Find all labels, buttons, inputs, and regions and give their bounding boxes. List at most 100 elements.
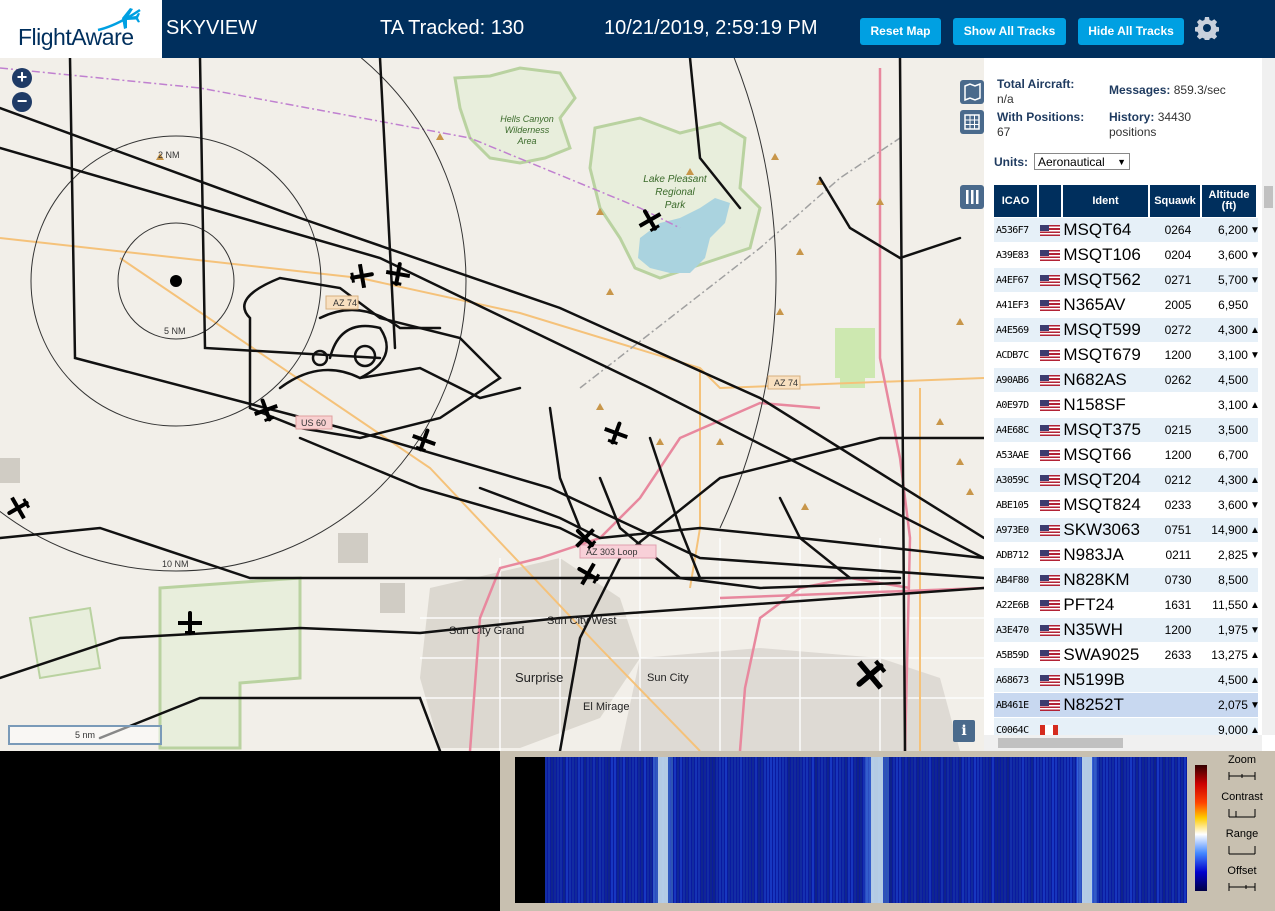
table-row[interactable]: AB4F80 N828KM 0730 8,500: [994, 568, 1258, 593]
flightaware-logo[interactable]: FlightAware: [0, 0, 162, 58]
contrast-slider[interactable]: [1228, 808, 1256, 818]
zoom-in-icon[interactable]: +: [12, 68, 32, 88]
flag-cell: [1039, 499, 1063, 511]
table-row[interactable]: A41EF3 N365AV 2005 6,950: [994, 293, 1258, 318]
column-header-ident[interactable]: Ident: [1063, 185, 1150, 217]
place-label-el-mirage: El Mirage: [583, 701, 629, 713]
gear-icon[interactable]: [1195, 16, 1219, 40]
flag-cell: [1039, 449, 1063, 461]
squawk-cell: 1631: [1164, 598, 1192, 612]
columns-icon[interactable]: [960, 185, 984, 209]
us-flag-icon: [1039, 649, 1060, 661]
flag-cell: [1039, 624, 1063, 636]
altitude-cell: 3,500: [1218, 423, 1249, 437]
table-row[interactable]: A973E0 SKW3063 0751 14,900 ▲: [994, 518, 1260, 543]
grid-icon[interactable]: [960, 110, 984, 134]
altitude-trend-icon: ▲: [1249, 599, 1260, 611]
us-flag-icon: [1039, 599, 1060, 611]
squawk-cell: 0730: [1164, 573, 1192, 587]
canada-flag-icon: [1039, 724, 1058, 736]
ident-cell: N983JA: [1063, 545, 1124, 564]
altitude-trend-icon: ▲: [1249, 649, 1260, 661]
units-select[interactable]: Aeronautical ▼: [1034, 153, 1130, 170]
table-row[interactable]: A68673 N5199B 4,500 ▲: [994, 668, 1260, 693]
reset-map-button[interactable]: Reset Map: [860, 18, 941, 45]
icao-cell: A4E68C: [996, 424, 1029, 436]
icao-cell: A536F7: [996, 224, 1029, 236]
range-slider[interactable]: [1228, 845, 1256, 855]
altitude-trend-icon: ▼: [1249, 624, 1260, 636]
ident-cell: MSQT679: [1063, 345, 1141, 364]
map-view[interactable]: 2 NM 5 NM 10 NM Hells Canyon Wilderness …: [0, 58, 984, 751]
flag-cell: [1039, 549, 1063, 561]
ident-cell: N682AS: [1063, 370, 1127, 389]
ident-cell: N365AV: [1063, 295, 1126, 314]
ident-cell: PFT24: [1063, 595, 1115, 614]
sidebar-horizontal-scrollbar[interactable]: [984, 735, 1262, 751]
table-row[interactable]: A4EF67 MSQT562 0271 5,700 ▼: [994, 268, 1260, 293]
table-row[interactable]: A3059C MSQT204 0212 4,300 ▲: [994, 468, 1260, 493]
info-icon[interactable]: i: [953, 720, 975, 742]
column-header-squawk[interactable]: Squawk: [1150, 185, 1202, 217]
zoom-out-icon[interactable]: −: [12, 92, 32, 112]
icao-cell: AB4F80: [996, 574, 1029, 586]
table-row[interactable]: A90AB6 N682AS 0262 4,500: [994, 368, 1258, 393]
aircraft-table-header: ICAO Ident Squawk Altitude (ft): [994, 185, 1258, 217]
flag-cell: [1039, 674, 1063, 686]
altitude-trend-icon: ▼: [1249, 224, 1260, 236]
us-flag-icon: [1039, 699, 1060, 711]
flag-cell: [1039, 424, 1063, 436]
ident-cell: MSQT204: [1063, 470, 1141, 489]
us-flag-icon: [1039, 274, 1060, 286]
table-row[interactable]: A0E97D N158SF 3,100 ▲: [994, 393, 1260, 418]
table-row[interactable]: A22E6B PFT24 1631 11,550 ▲: [994, 593, 1260, 618]
altitude-trend-icon: ▲: [1249, 474, 1260, 486]
altitude-cell: 3,100: [1217, 398, 1248, 412]
history-stat: History: 34430 positions: [1109, 110, 1191, 140]
altitude-cell: 5,700: [1217, 273, 1248, 287]
bottom-panel: [0, 751, 500, 911]
road-label-az74-a: AZ 74: [333, 298, 357, 308]
squawk-cell: 0751: [1164, 523, 1192, 537]
us-flag-icon: [1039, 449, 1060, 461]
flag-cell: [1039, 699, 1063, 711]
us-flag-icon: [1039, 324, 1060, 336]
map-layers-icon[interactable]: [960, 80, 984, 104]
aircraft-table-body: A536F7 MSQT64 0264 6,200 ▼ A39E83 MSQT106 0204 3…: [994, 218, 1260, 743]
altitude-cell: 6,950: [1218, 298, 1249, 312]
show-all-tracks-button[interactable]: Show All Tracks: [953, 18, 1066, 45]
range-label: Range: [1225, 828, 1259, 840]
column-header-altitude[interactable]: Altitude (ft): [1202, 185, 1258, 217]
table-row[interactable]: A3E470 N35WH 1200 1,975 ▼: [994, 618, 1260, 643]
us-flag-icon: [1039, 674, 1060, 686]
flag-cell: [1039, 524, 1063, 536]
table-row[interactable]: ABE105 MSQT824 0233 3,600 ▼: [994, 493, 1260, 518]
flag-cell: [1039, 374, 1063, 386]
table-row[interactable]: A536F7 MSQT64 0264 6,200 ▼: [994, 218, 1260, 243]
altitude-cell: 4,500: [1218, 373, 1249, 387]
table-row[interactable]: A4E68C MSQT375 0215 3,500: [994, 418, 1258, 443]
history-value: 34430: [1157, 110, 1192, 124]
spectrum-waterfall: [515, 757, 1187, 903]
sidebar-vertical-scrollbar[interactable]: [1262, 58, 1275, 735]
icao-cell: A39E83: [996, 249, 1029, 261]
column-header-icao[interactable]: ICAO: [994, 185, 1039, 217]
zoom-slider[interactable]: [1228, 771, 1256, 781]
ident-cell: MSQT824: [1063, 495, 1141, 514]
map-canvas[interactable]: 2 NM 5 NM 10 NM Hells Canyon Wilderness …: [0, 58, 984, 751]
table-row[interactable]: A53AAE MSQT66 1200 6,700: [994, 443, 1258, 468]
icao-cell: A3059C: [996, 474, 1029, 486]
table-row[interactable]: ADB712 N983JA 0211 2,825 ▼: [994, 543, 1260, 568]
altitude-cell: 6,700: [1218, 448, 1249, 462]
table-row[interactable]: A4E569 MSQT599 0272 4,300 ▲: [994, 318, 1260, 343]
column-header-flag[interactable]: [1039, 185, 1063, 217]
ident-cell: SKW3063: [1063, 520, 1140, 539]
table-row[interactable]: AB461E N8252T 2,075 ▼: [994, 693, 1260, 718]
squawk-cell: 0211: [1165, 548, 1192, 562]
table-row[interactable]: A5B59D SWA9025 2633 13,275 ▲: [994, 643, 1260, 668]
offset-slider[interactable]: [1228, 882, 1256, 892]
place-label-sun-city: Sun City: [647, 672, 689, 684]
table-row[interactable]: ACDB7C MSQT679 1200 3,100 ▼: [994, 343, 1260, 368]
hide-all-tracks-button[interactable]: Hide All Tracks: [1078, 18, 1184, 45]
table-row[interactable]: A39E83 MSQT106 0204 3,600 ▼: [994, 243, 1260, 268]
